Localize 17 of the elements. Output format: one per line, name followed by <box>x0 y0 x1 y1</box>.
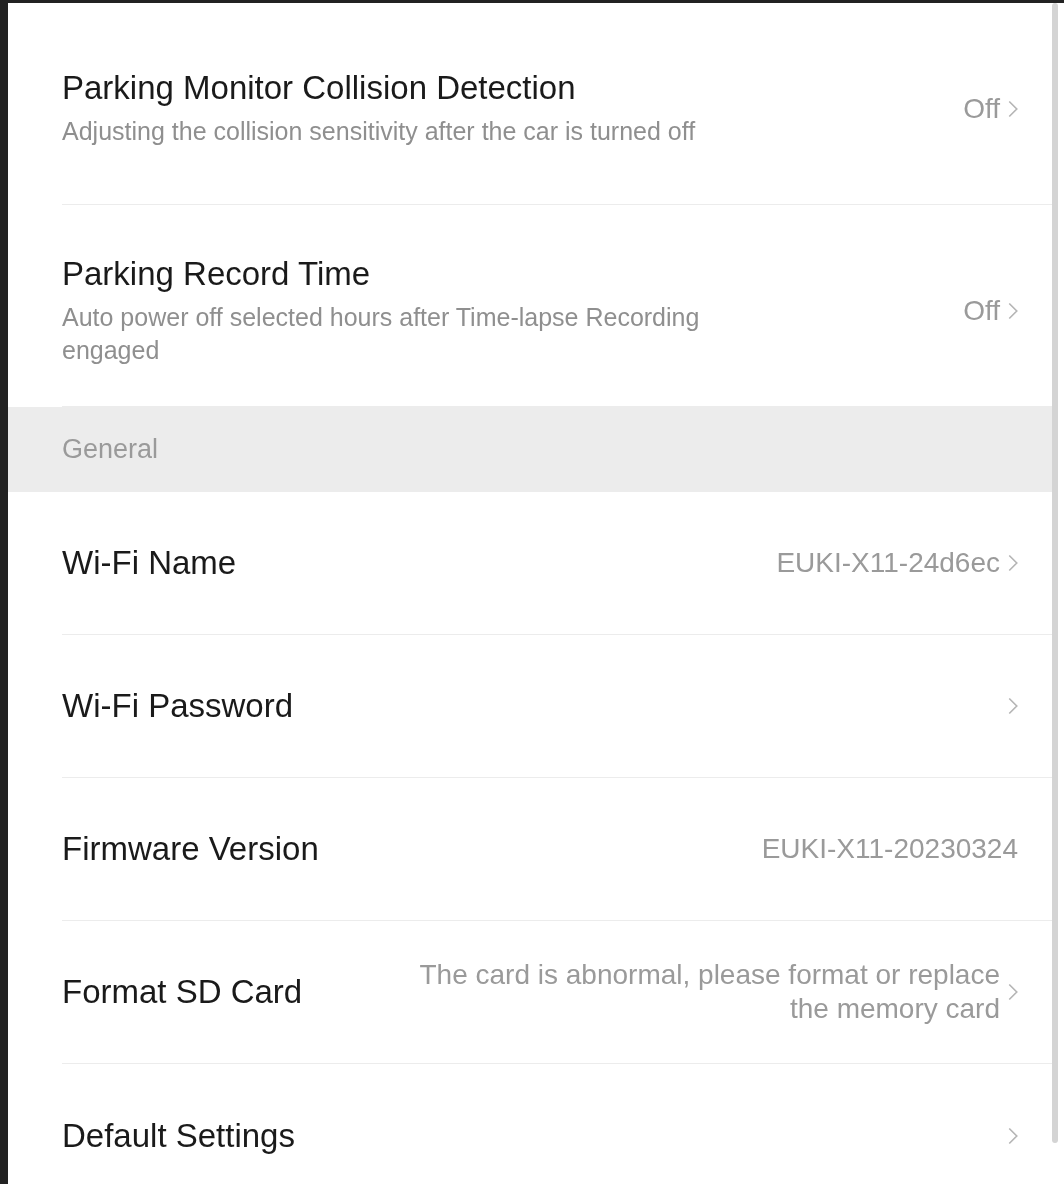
setting-title: Default Settings <box>62 1116 295 1155</box>
scrollbar[interactable] <box>1052 3 1058 1143</box>
setting-title: Wi-Fi Password <box>62 687 294 725</box>
setting-value: Off <box>963 92 1000 125</box>
setting-description: Adjusting the collision sensitivity after the car is turned off <box>62 116 696 148</box>
setting-title: Firmware Version <box>62 830 319 868</box>
setting-title: Parking Record Time <box>62 255 372 293</box>
setting-value: EUKI-X11-20230324 <box>761 833 1018 865</box>
setting-value: EUKI-X11-24d6ec <box>776 547 1000 579</box>
section-title: General <box>62 434 159 465</box>
setting-title: Wi-Fi Name <box>62 544 237 582</box>
setting-value: Off <box>963 294 1000 327</box>
setting-title: Format SD Card <box>62 973 303 1011</box>
setting-title: Parking Monitor Collision Detection <box>62 69 577 108</box>
setting-description: Auto power off selected hours after Time-lapse Recording engaged <box>62 302 701 366</box>
setting-row[interactable]: Default Settings <box>62 1064 1056 1184</box>
setting-value: The card is abnormal, please format or replace the memory card <box>418 958 1000 1026</box>
